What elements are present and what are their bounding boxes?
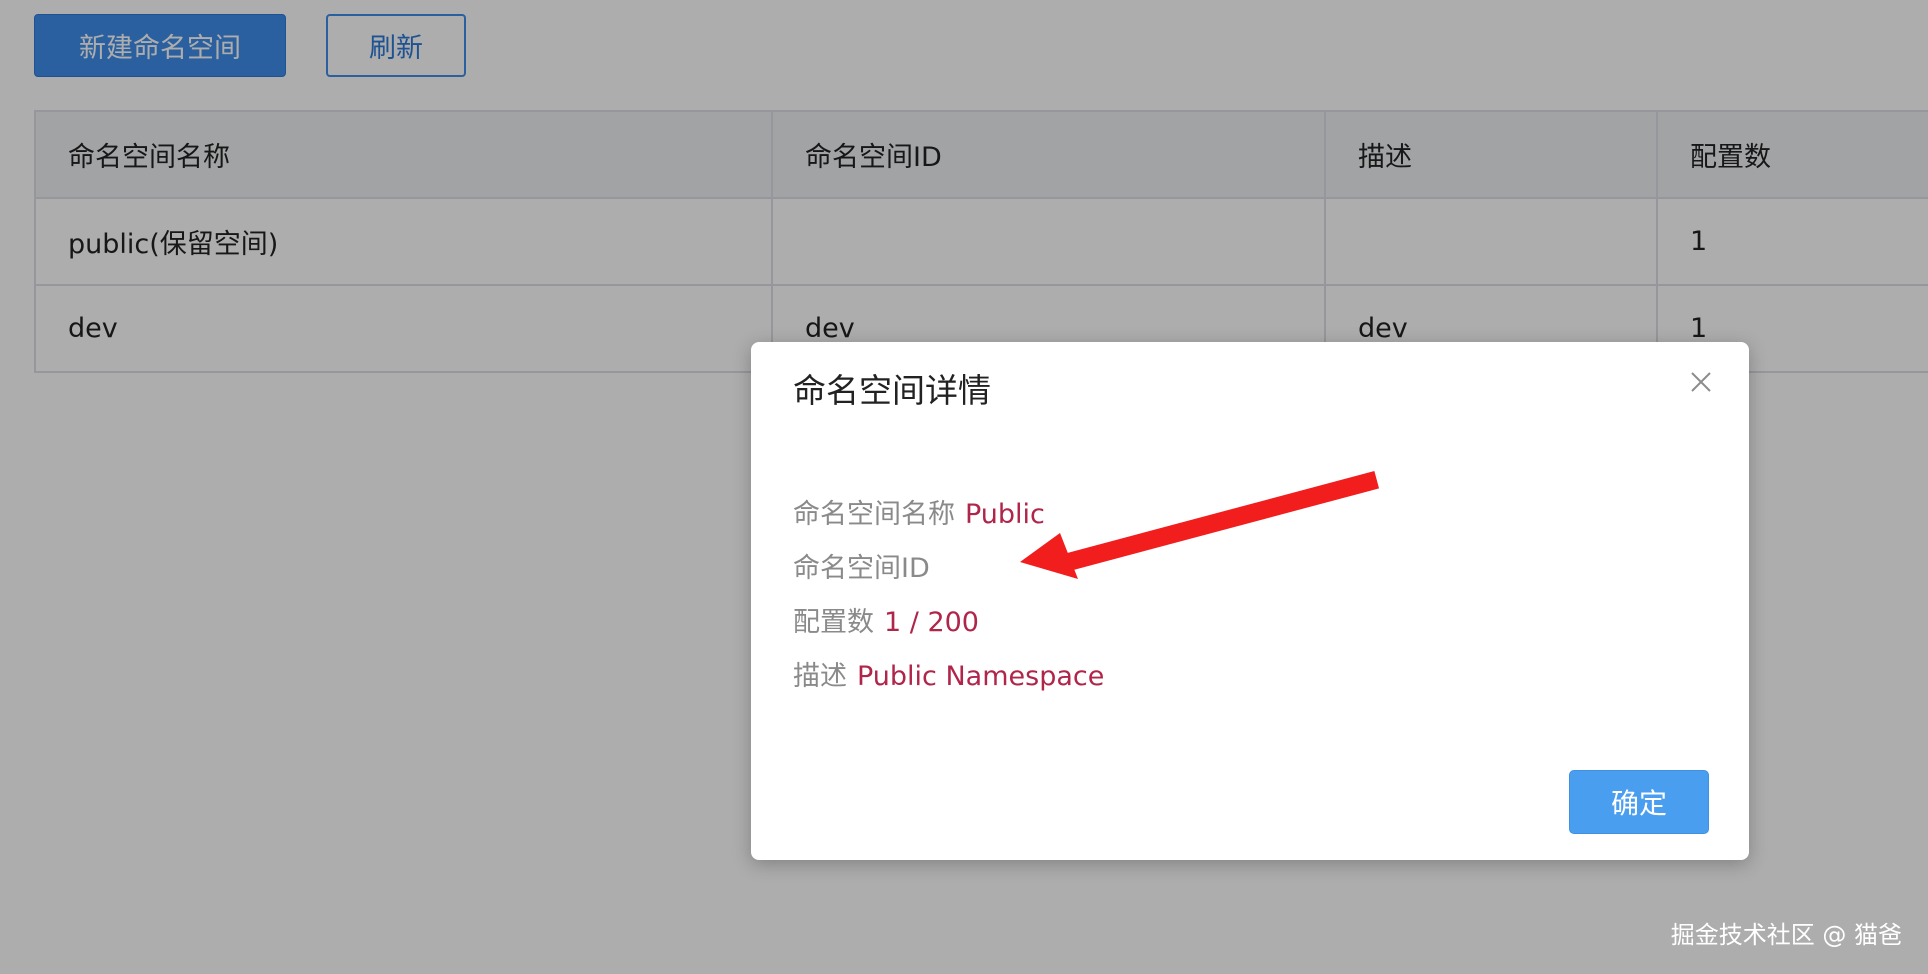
detail-label: 配置数 (793, 607, 874, 638)
detail-label: 命名空间ID (793, 553, 930, 584)
detail-config-count: 配置数 1 / 200 (793, 600, 979, 639)
detail-value: 1 / 200 (884, 607, 979, 638)
detail-namespace-name: 命名空间名称 Public (793, 492, 1045, 531)
watermark: 掘金技术社区 @ 猫爸 (1670, 921, 1902, 949)
detail-description: 描述 Public Namespace (793, 654, 1104, 693)
detail-label: 描述 (793, 661, 847, 692)
detail-namespace-id: 命名空间ID (793, 546, 940, 585)
dialog-title: 命名空间详情 (793, 371, 991, 410)
detail-value: Public Namespace (857, 661, 1105, 692)
confirm-button[interactable]: 确定 (1569, 770, 1709, 834)
namespace-detail-dialog: 命名空间详情 命名空间名称 Public 命名空间ID 配置数 1 / 200 描述… (751, 342, 1749, 860)
arrow-icon (1010, 470, 1380, 594)
close-icon[interactable] (1683, 364, 1719, 400)
detail-label: 命名空间名称 (793, 499, 955, 530)
